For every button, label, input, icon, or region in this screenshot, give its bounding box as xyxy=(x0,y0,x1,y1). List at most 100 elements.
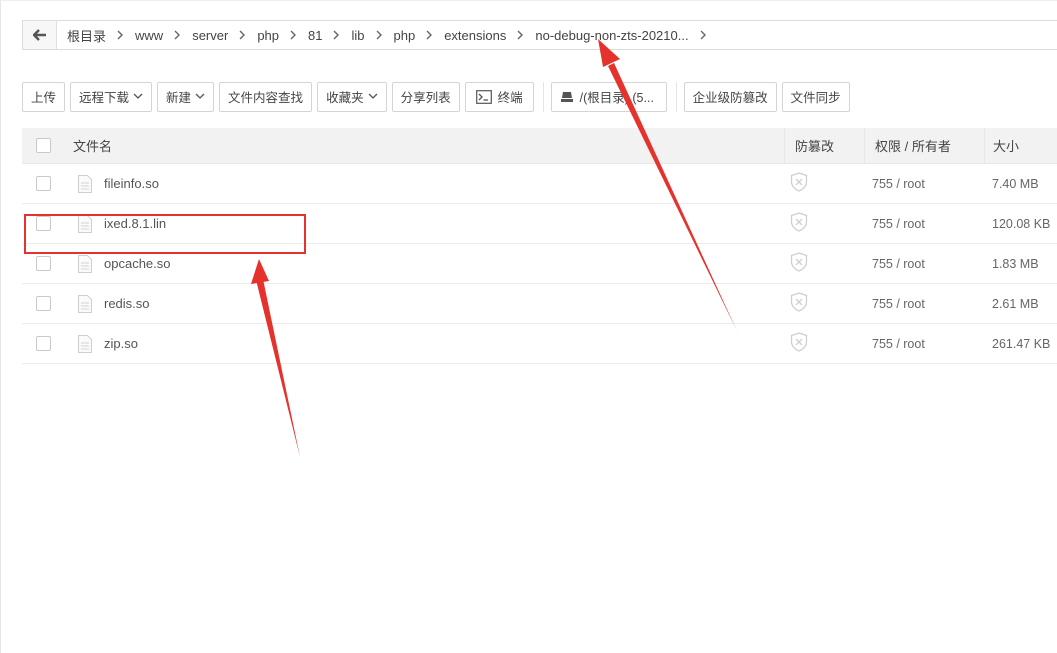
file-icon xyxy=(78,254,92,273)
table-row[interactable]: zip.so 755 / root 261.47 KB xyxy=(22,324,1057,364)
chevron-down-icon xyxy=(368,93,378,100)
breadcrumb-item-extensions[interactable]: extensions xyxy=(444,28,506,43)
row-checkbox[interactable] xyxy=(35,176,51,191)
table-header: 文件名 防篡改 权限 / 所有者 大小 xyxy=(22,128,1057,164)
breadcrumb-item-81[interactable]: 81 xyxy=(308,28,322,43)
permission-cell[interactable]: 755 / root xyxy=(864,204,984,243)
upload-label: 上传 xyxy=(31,91,57,105)
content-search-label: 文件内容查找 xyxy=(228,91,304,105)
favorites-button[interactable]: 收藏夹 xyxy=(317,81,387,112)
toolbar-divider xyxy=(675,81,677,112)
new-label: 新建 xyxy=(166,91,192,105)
shield-x-icon[interactable] xyxy=(790,172,808,195)
breadcrumb-item-root[interactable]: 根目录 xyxy=(67,26,106,45)
share-list-button[interactable]: 分享列表 xyxy=(391,81,460,112)
size-cell: 1.83 MB xyxy=(992,256,1039,271)
shield-x-icon[interactable] xyxy=(790,292,808,315)
permission-cell[interactable]: 755 / root xyxy=(864,244,984,283)
enterprise-tamper-label: 企业级防篡改 xyxy=(692,91,768,105)
breadcrumb-item-www[interactable]: www xyxy=(135,28,163,43)
enterprise-tamper-button[interactable]: 企业级防篡改 xyxy=(683,81,777,112)
remote-download-button[interactable]: 远程下载 xyxy=(70,81,153,112)
permission-cell[interactable]: 755 / root xyxy=(864,284,984,323)
chevron-down-icon xyxy=(133,93,143,100)
breadcrumb-item-php2[interactable]: php xyxy=(394,28,416,43)
row-checkbox-cell xyxy=(22,336,64,351)
back-button[interactable] xyxy=(23,21,57,49)
chevron-right-icon[interactable] xyxy=(700,30,707,40)
anti-tamper-cell xyxy=(784,244,864,283)
header-anti-tamper: 防篡改 xyxy=(784,128,864,163)
header-anti-tamper-label: 防篡改 xyxy=(795,139,835,154)
size-cell: 261.47 KB xyxy=(992,336,1051,351)
select-all-checkbox[interactable] xyxy=(35,138,51,153)
file-icon xyxy=(78,174,92,193)
file-name-cell: fileinfo.so xyxy=(64,174,784,193)
disk-button[interactable]: /(根目录) (5... xyxy=(550,81,667,112)
chevron-right-icon xyxy=(290,30,297,40)
table-row[interactable]: redis.so 755 / root 2.61 MB xyxy=(22,284,1057,324)
share-list-label: 分享列表 xyxy=(400,91,451,105)
table-row[interactable]: fileinfo.so 755 / root 7.40 MB xyxy=(22,164,1057,204)
annotation-highlight-box xyxy=(24,214,306,254)
terminal-label: 终端 xyxy=(497,91,523,105)
breadcrumb-item-server[interactable]: server xyxy=(192,28,228,43)
disk-label: /(根目录) (5... xyxy=(579,91,654,105)
toolbar: 上传 远程下载 新建 文件内容查找 收藏夹 分享列表 终端 /(根目录) (5.… xyxy=(22,81,855,112)
chevron-right-icon xyxy=(333,30,340,40)
permission-cell[interactable]: 755 / root xyxy=(864,324,984,363)
size-cell: 120.08 KB xyxy=(992,216,1051,231)
file-name-cell: redis.so xyxy=(64,294,784,313)
chevron-right-icon xyxy=(517,30,524,40)
arrow-left-icon xyxy=(32,29,46,41)
breadcrumb-item-current[interactable]: no-debug-non-zts-20210... xyxy=(535,28,688,43)
row-checkbox-cell xyxy=(22,296,64,311)
breadcrumb: 根目录 www server php 81 lib php extensions… xyxy=(22,20,1057,50)
shield-x-icon[interactable] xyxy=(790,252,808,275)
size-cell: 2.61 MB xyxy=(992,296,1039,311)
file-sync-label: 文件同步 xyxy=(790,91,841,105)
select-all-cell xyxy=(22,138,64,153)
anti-tamper-cell xyxy=(784,324,864,363)
file-icon xyxy=(78,294,92,313)
anti-tamper-cell xyxy=(784,204,864,243)
file-icon xyxy=(78,334,92,353)
favorites-label: 收藏夹 xyxy=(326,91,364,105)
file-name[interactable]: opcache.so xyxy=(104,256,171,271)
size-cell: 7.40 MB xyxy=(992,176,1039,191)
file-name-cell: opcache.so xyxy=(64,254,784,273)
permission-cell[interactable]: 755 / root xyxy=(864,164,984,203)
shield-x-icon[interactable] xyxy=(790,212,808,235)
new-button[interactable]: 新建 xyxy=(157,81,215,112)
content-search-button[interactable]: 文件内容查找 xyxy=(219,81,313,112)
file-name[interactable]: fileinfo.so xyxy=(104,176,159,191)
upload-button[interactable]: 上传 xyxy=(22,81,66,112)
chevron-right-icon xyxy=(426,30,433,40)
header-size[interactable]: 大小 xyxy=(984,128,1057,163)
header-permission: 权限 / 所有者 xyxy=(864,128,984,163)
breadcrumb-item-lib[interactable]: lib xyxy=(351,28,364,43)
terminal-button[interactable]: 终端 xyxy=(464,81,534,112)
file-name[interactable]: zip.so xyxy=(104,336,138,351)
chevron-down-icon xyxy=(195,93,205,100)
row-checkbox-cell xyxy=(22,176,64,191)
file-name-cell: zip.so xyxy=(64,334,784,353)
chevron-right-icon xyxy=(174,30,181,40)
row-checkbox[interactable] xyxy=(35,336,51,351)
row-checkbox[interactable] xyxy=(35,296,51,311)
breadcrumb-item-php[interactable]: php xyxy=(257,28,279,43)
file-sync-button[interactable]: 文件同步 xyxy=(781,81,850,112)
file-manager-panel: 根目录 www server php 81 lib php extensions… xyxy=(0,0,1057,653)
row-checkbox[interactable] xyxy=(35,256,51,271)
file-name[interactable]: redis.so xyxy=(104,296,150,311)
remote-download-label: 远程下载 xyxy=(79,91,130,105)
header-name[interactable]: 文件名 xyxy=(64,136,784,155)
anti-tamper-cell xyxy=(784,164,864,203)
chevron-right-icon xyxy=(117,30,124,40)
shield-x-icon[interactable] xyxy=(790,332,808,355)
row-checkbox-cell xyxy=(22,256,64,271)
header-size-label: 大小 xyxy=(993,139,1020,154)
anti-tamper-cell xyxy=(784,284,864,323)
terminal-icon xyxy=(475,89,492,104)
header-permission-label: 权限 / 所有者 xyxy=(875,139,951,154)
